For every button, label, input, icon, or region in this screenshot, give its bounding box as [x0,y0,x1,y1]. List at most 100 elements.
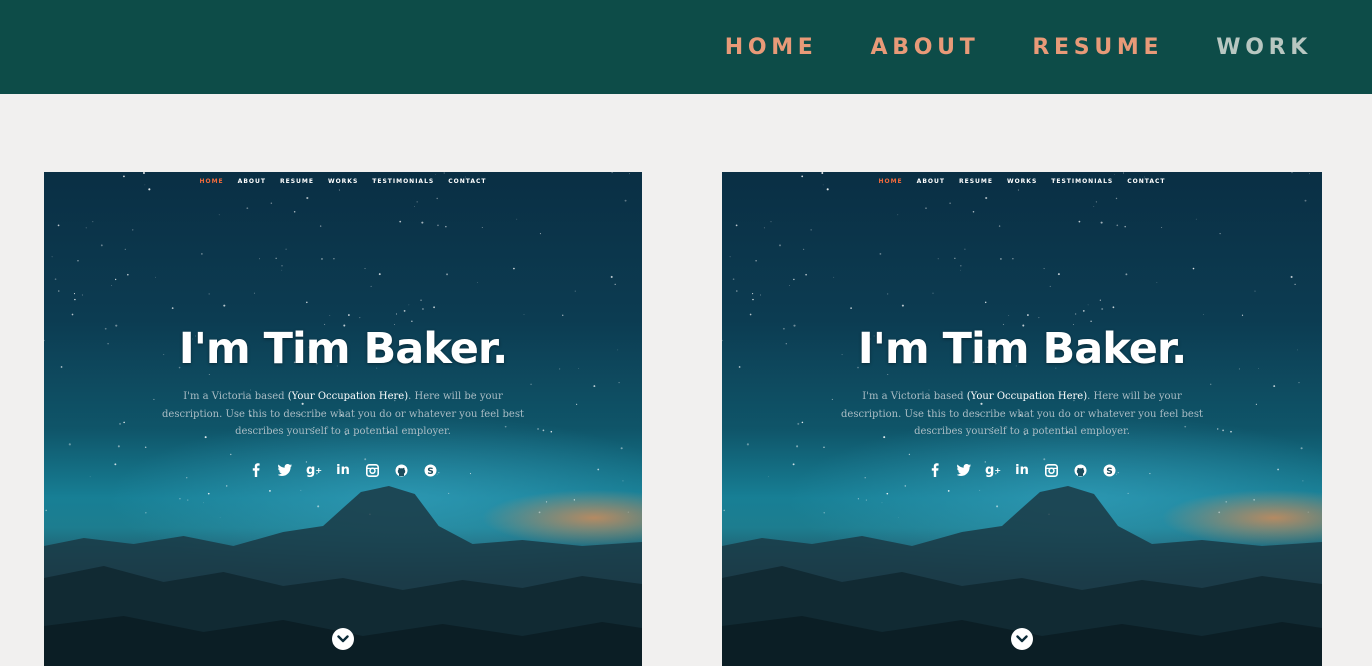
star [223,304,226,307]
star [1125,273,1128,276]
star [144,446,147,448]
star [1100,221,1103,224]
star [155,276,156,278]
star [752,298,754,301]
star [1298,382,1300,384]
star [1123,172,1124,174]
preview-nav-home[interactable]: HOME [199,178,223,185]
star [1075,313,1077,315]
preview-nav-resume[interactable]: RESUME [280,178,314,185]
star [1124,225,1126,228]
star [333,258,335,260]
star [338,189,340,191]
hero-title: I'm Tim Baker. [178,324,509,374]
nav-work-link[interactable]: WORK [1216,35,1312,60]
scroll-down-button[interactable] [1011,628,1033,650]
star [1090,320,1092,322]
star [1049,285,1051,287]
star [908,453,911,456]
star [802,248,805,251]
preview-nav-contact[interactable]: CONTACT [1127,178,1165,185]
star [562,314,564,316]
portfolio-preview-card[interactable]: HOME ABOUT RESUME WORKS TESTIMONIALS CON… [44,172,642,666]
star [1156,282,1158,283]
preview-nav: HOME ABOUT RESUME WORKS TESTIMONIALS CON… [722,178,1322,185]
portfolio-preview-card[interactable]: HOME ABOUT RESUME WORKS TESTIMONIALS CON… [722,172,1322,666]
facebook-icon[interactable] [927,461,943,479]
star [1116,224,1119,227]
linkedin-icon[interactable]: in [335,461,351,479]
star [200,252,203,255]
star [446,273,448,276]
star [370,285,372,287]
star [729,256,731,258]
instagram-icon[interactable] [1043,461,1059,479]
skype-icon[interactable]: S [422,461,438,479]
star [1026,314,1029,316]
star [443,172,445,174]
nav-home-link[interactable]: HOME [725,35,818,60]
instagram-icon[interactable] [364,461,380,479]
star [550,430,553,433]
twitter-icon[interactable] [956,461,972,479]
star [732,278,735,280]
facebook-icon[interactable] [248,461,264,479]
google-plus-icon[interactable]: g + [985,461,1001,479]
hero-description: I'm a Victoria based (Your Occupation He… [157,388,529,441]
star [68,443,71,446]
star [1230,430,1232,433]
star [530,383,532,386]
linkedin-icon[interactable]: in [1014,461,1030,479]
skype-icon[interactable]: S [1101,461,1117,479]
star [611,172,613,174]
star [1241,314,1244,316]
star [435,174,436,176]
preview-nav-resume[interactable]: RESUME [959,178,993,185]
star [81,294,83,296]
star [57,224,60,227]
star [142,172,145,174]
star [477,282,478,283]
preview-nav-works[interactable]: WORKS [328,178,358,185]
preview-nav-works[interactable]: WORKS [1007,178,1037,185]
preview-nav-home[interactable]: HOME [878,178,902,185]
star [1290,275,1293,278]
preview-nav-testimonials[interactable]: TESTIMONIALS [372,178,434,185]
github-icon[interactable] [1072,461,1088,479]
star [618,382,620,384]
preview-nav-contact[interactable]: CONTACT [448,178,486,185]
star [74,298,76,301]
star [797,422,800,425]
twitter-icon[interactable] [277,461,293,479]
star [218,214,220,216]
star [1043,267,1045,270]
preview-nav-testimonials[interactable]: TESTIMONIALS [1051,178,1113,185]
nav-resume-link[interactable]: RESUME [1032,35,1163,60]
occupation-text: (Your Occupation Here) [287,391,409,402]
star [537,428,539,430]
star [850,307,852,309]
star [110,285,112,286]
star [1254,290,1256,292]
star [1012,258,1014,260]
preview-nav-about[interactable]: ABOUT [238,178,266,185]
star [542,429,545,432]
svg-text:S: S [1106,467,1112,477]
star [414,206,415,207]
preview-nav-about[interactable]: ABOUT [917,178,945,185]
star [937,258,939,260]
star [789,285,790,286]
hero-description-intro: I'm a Victoria based [862,391,967,402]
star [119,422,122,425]
github-icon[interactable] [393,461,409,479]
google-plus-icon[interactable]: g + [306,461,322,479]
star [770,221,772,223]
star [1302,480,1304,482]
scroll-down-button[interactable] [332,628,354,650]
star [954,257,956,259]
star [258,258,260,260]
star [100,244,103,247]
star [54,278,57,280]
nav-about-link[interactable]: ABOUT [871,35,980,60]
star [1273,385,1276,388]
